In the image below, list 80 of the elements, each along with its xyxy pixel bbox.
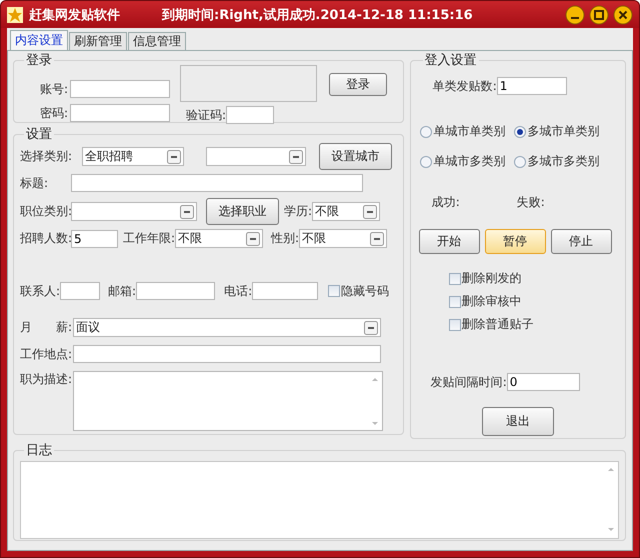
field-label: 月 薪: <box>20 319 73 336</box>
dropdown-icon[interactable] <box>180 204 194 218</box>
radio-button[interactable] <box>420 156 432 168</box>
interval-field[interactable]: 0 <box>506 373 580 391</box>
tab[interactable]: 刷新管理 <box>69 32 127 50</box>
action-button[interactable]: 暂停 <box>484 229 546 254</box>
window-title: 赶集网发贴软件 <box>29 6 120 24</box>
checkbox[interactable] <box>448 318 462 330</box>
field-label: 工作年限: <box>123 230 176 247</box>
field-label: 单类发贴数: <box>432 78 497 94</box>
group-title: 设置 <box>25 126 53 143</box>
checkbox[interactable] <box>448 296 462 308</box>
tab[interactable]: 内容设置 <box>10 30 68 50</box>
salary-dropdown[interactable]: 面议 <box>73 318 381 337</box>
category-dropdown[interactable]: 全职招聘 <box>82 147 184 166</box>
radio-label[interactable]: 单城市多类别 <box>434 153 506 170</box>
checkbox-label[interactable]: 删除普通贴子 <box>462 316 534 333</box>
field-label: 招聘人数: <box>20 230 71 247</box>
phone-field[interactable] <box>252 282 318 300</box>
headcount-field[interactable]: 5 <box>71 230 118 248</box>
experience-dropdown[interactable]: 不限 <box>175 229 264 248</box>
field-label: 性别: <box>271 230 300 247</box>
group-title: 日志 <box>25 442 53 459</box>
dropdown-icon[interactable] <box>289 150 303 164</box>
radio-button[interactable] <box>420 126 432 138</box>
field-label: 选择类别: <box>20 148 74 165</box>
description-field[interactable] <box>73 371 383 431</box>
checkbox-label[interactable]: 隐藏号码 <box>341 282 390 300</box>
group-title: 登入设置 <box>424 52 478 69</box>
checkbox-label[interactable]: 删除审核中 <box>462 293 522 310</box>
checkbox[interactable] <box>448 272 462 284</box>
fail-label: 失败: <box>516 194 545 211</box>
radio-button[interactable] <box>514 126 526 138</box>
dropdown-icon[interactable] <box>363 204 378 218</box>
dropdown-icon[interactable] <box>246 232 260 246</box>
action-button[interactable]: 开始 <box>418 229 480 254</box>
action-button[interactable]: 停止 <box>550 229 612 254</box>
field-label: 电话: <box>224 282 252 300</box>
account-field[interactable] <box>70 80 170 98</box>
field-label: 验证码: <box>186 106 226 124</box>
contact-field[interactable] <box>60 282 100 300</box>
field-label: 学历: <box>284 203 312 220</box>
password-field[interactable] <box>70 104 170 122</box>
radio-label[interactable]: 多城市单类别 <box>528 123 600 140</box>
expiry-status: 到期时间:Right,试用成功.2014-12-18 11:15:16 <box>162 6 473 24</box>
login-button[interactable]: 登录 <box>329 73 387 96</box>
field-label: 发贴间隔时间: <box>430 374 507 390</box>
close-button[interactable] <box>613 4 633 24</box>
radio-label[interactable]: 多城市多类别 <box>528 153 600 170</box>
gender-dropdown[interactable]: 不限 <box>299 229 388 248</box>
exit-button[interactable]: 退出 <box>482 407 554 436</box>
dropdown-icon[interactable] <box>364 320 378 334</box>
tab[interactable]: 信息管理 <box>128 32 186 50</box>
field-label: 标题: <box>20 174 50 192</box>
field-label: 职位类别: <box>20 203 71 220</box>
email-field[interactable] <box>136 282 216 300</box>
star-icon <box>7 6 23 22</box>
field-label: 邮箱: <box>108 282 136 300</box>
location-field[interactable] <box>73 345 381 363</box>
captcha-field[interactable] <box>226 106 274 124</box>
checkbox-label[interactable]: 删除刚发的 <box>462 270 522 287</box>
group-title: 登录 <box>25 52 53 69</box>
set-city-button[interactable]: 设置城市 <box>319 143 392 170</box>
dropdown-icon[interactable] <box>167 150 181 164</box>
minimize-button[interactable] <box>565 4 585 24</box>
radio-label[interactable]: 单城市单类别 <box>434 123 506 140</box>
education-dropdown[interactable]: 不限 <box>312 202 380 221</box>
dropdown-icon[interactable] <box>370 232 384 246</box>
field-label: 工作地点: <box>20 346 73 362</box>
post-count-field[interactable]: 1 <box>496 77 567 95</box>
field-label: 联系人: <box>20 282 60 300</box>
checkbox[interactable] <box>328 285 342 297</box>
radio-button[interactable] <box>514 156 526 168</box>
success-label: 成功: <box>432 194 461 211</box>
select-job-button[interactable]: 选择职业 <box>206 198 279 225</box>
field-label: 账号: <box>38 80 69 98</box>
field-label: 职为描述: <box>20 371 73 388</box>
field-label: 密码: <box>38 104 69 122</box>
maximize-button[interactable] <box>589 4 609 24</box>
title-field[interactable] <box>71 174 363 192</box>
